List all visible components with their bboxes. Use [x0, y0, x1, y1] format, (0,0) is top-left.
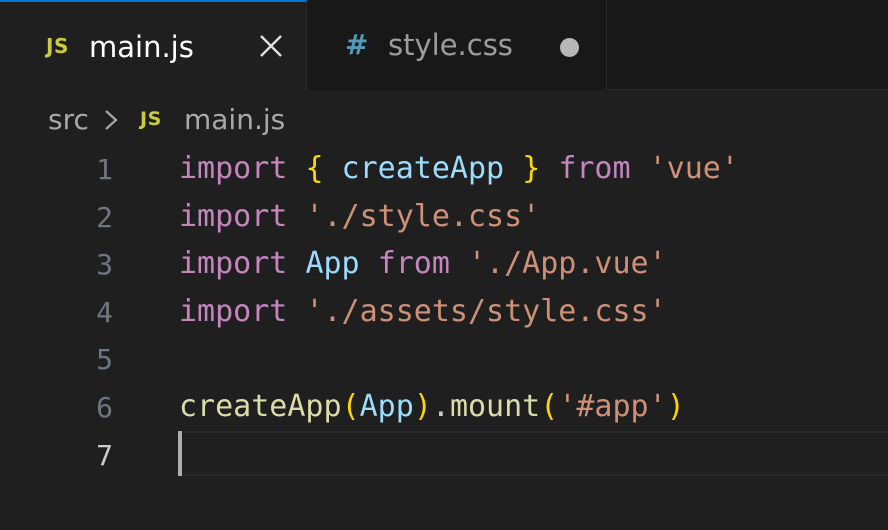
breadcrumb-folder[interactable]: src — [48, 103, 89, 136]
line-number: 7 — [96, 438, 113, 472]
code-line[interactable]: 5 — [0, 335, 888, 383]
code-text[interactable]: import './style.css' — [179, 199, 540, 234]
code-line[interactable]: 2 import './style.css' — [0, 193, 888, 241]
code-text[interactable]: createApp(App).mount('#app') — [179, 389, 685, 424]
line-number: 6 — [96, 390, 113, 424]
code-text[interactable]: import { createApp } from 'vue' — [179, 151, 739, 186]
code-text[interactable]: import './assets/style.css' — [179, 294, 667, 329]
text-cursor — [178, 430, 182, 476]
tab-label: style.css — [388, 28, 513, 62]
code-text[interactable]: import App from './App.vue' — [179, 246, 667, 281]
current-line-highlight — [178, 430, 888, 476]
code-line-current[interactable]: 7 — [0, 430, 888, 479]
unsaved-dot-icon[interactable] — [560, 38, 579, 57]
tab-label: main.js — [89, 30, 194, 64]
tab-style-css[interactable]: # style.css — [307, 0, 607, 90]
css-file-icon: # — [345, 28, 369, 61]
breadcrumb: src JS main.js — [0, 90, 888, 150]
line-number: 2 — [96, 200, 113, 234]
tab-main-js[interactable]: JS main.js — [0, 0, 307, 91]
code-line[interactable]: 3 import App from './App.vue' — [0, 240, 888, 288]
javascript-file-icon: JS — [140, 108, 162, 130]
code-editor: JS main.js # style.css src JS main.js 1 … — [0, 0, 888, 530]
code-line[interactable]: 4 import './assets/style.css' — [0, 288, 888, 336]
code-line[interactable]: 1 import { createApp } from 'vue' — [0, 145, 888, 193]
line-number: 4 — [96, 295, 113, 329]
close-icon[interactable] — [255, 30, 287, 62]
line-number: 5 — [96, 343, 113, 377]
line-number: 1 — [96, 153, 113, 186]
breadcrumb-file[interactable]: main.js — [184, 103, 285, 136]
line-number: 3 — [96, 248, 113, 282]
code-area[interactable]: 1 import { createApp } from 'vue' 2 impo… — [0, 145, 888, 478]
chevron-right-icon — [105, 110, 118, 130]
tab-bar: JS main.js # style.css — [0, 0, 888, 91]
javascript-file-icon: JS — [46, 34, 69, 58]
code-line[interactable]: 6 createApp(App).mount('#app') — [0, 383, 888, 431]
